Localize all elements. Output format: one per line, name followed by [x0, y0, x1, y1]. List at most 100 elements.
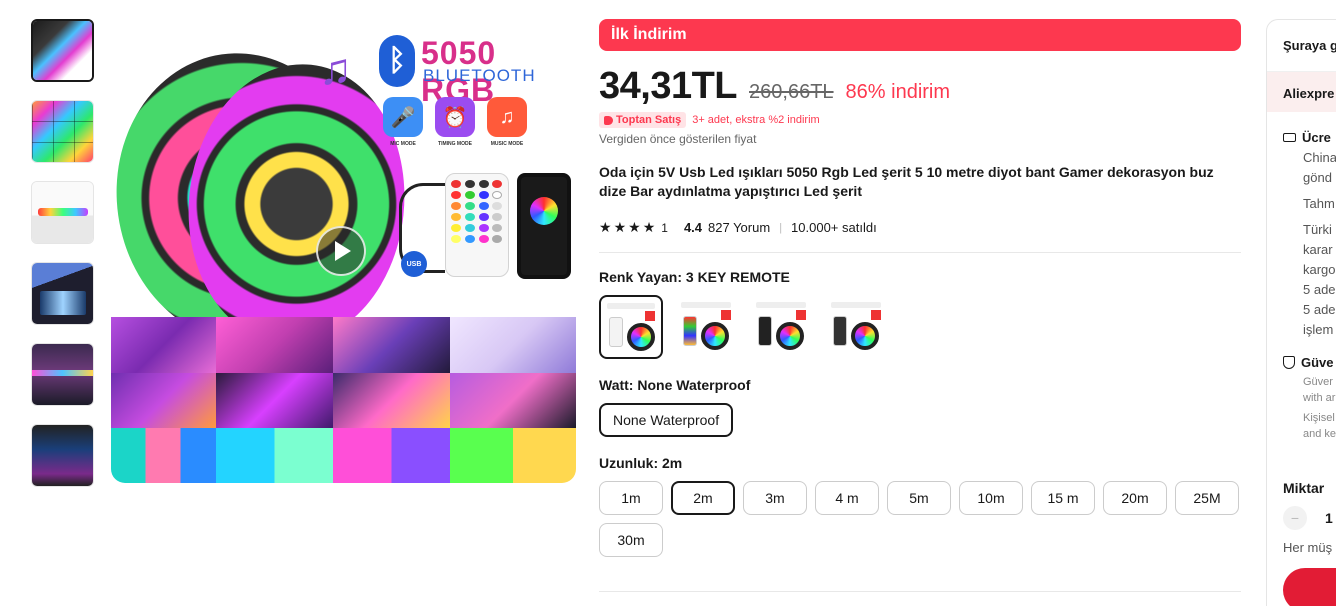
quantity-decrease-button[interactable]: − — [1283, 506, 1307, 530]
shipping-line: 5 ade — [1303, 282, 1336, 297]
store-row[interactable]: Aliexpre — [1267, 72, 1336, 112]
product-title: Oda için 5V Usb Led ışıkları 5050 Rgb Le… — [599, 164, 1214, 199]
bluetooth-icon: ᛒ — [379, 35, 415, 87]
length-4m[interactable]: 4 m — [815, 481, 879, 515]
length-1m[interactable]: 1m — [599, 481, 663, 515]
thumbnail-3[interactable] — [31, 181, 94, 244]
color-option: Renk Yayan: 3 KEY REMOTE — [599, 269, 888, 359]
price-row: 34,31TL 260,66TL 86% indirim — [599, 65, 1241, 108]
security-line: Kişisel — [1303, 412, 1335, 424]
star-icon: ★ — [628, 219, 641, 235]
security-line: with ar — [1303, 392, 1336, 404]
divider — [599, 252, 1241, 253]
review-count[interactable]: 827 Yorum — [708, 220, 770, 235]
length-30m[interactable]: 30m — [599, 523, 663, 557]
swatch-3-key-remote[interactable] — [599, 295, 663, 359]
quantity-label: Miktar — [1283, 480, 1325, 496]
separator: | — [779, 221, 783, 234]
shipping-line: gönd — [1303, 170, 1332, 185]
thumbnail-2[interactable] — [31, 100, 94, 163]
rating-row[interactable]: ★ ★ ★ ★ 1 4.4 827 Yorum | 10.000+ satıld… — [599, 219, 1241, 236]
current-price: 34,31TL — [599, 65, 738, 107]
security-line: and ke — [1303, 428, 1336, 440]
star-icon: ★ — [642, 219, 656, 235]
security-section: Güve Güver with ar Kişisel and ke — [1267, 337, 1336, 442]
sold-count: 10.000+ satıldı — [791, 220, 877, 235]
shield-icon — [1283, 356, 1295, 369]
color-swatches — [599, 295, 888, 359]
security-line: Güver — [1303, 376, 1333, 388]
shipping-section: Ücre China gönd Tahm Türki karar kargo 5… — [1267, 112, 1336, 337]
shipping-line: kargo — [1303, 262, 1336, 277]
thumbnail-5[interactable] — [31, 343, 94, 406]
music-note-icon: ♫ — [319, 45, 352, 94]
usage-photo-grid — [111, 317, 576, 483]
length-3m[interactable]: 3m — [743, 481, 807, 515]
mode-icons: 🎤 MIC MODE ⏰ TIMING MODE ♫ MUSIC MODE — [381, 97, 529, 147]
swatch-wifi-remote[interactable] — [824, 295, 888, 359]
mode-item: ⏰ TIMING MODE — [433, 97, 477, 147]
thumbnail-1[interactable] — [31, 19, 94, 82]
shipping-title: Ücre — [1302, 130, 1331, 145]
mode-label: MUSIC MODE — [490, 141, 524, 147]
watt-none-waterproof[interactable]: None Waterproof — [599, 403, 734, 437]
quantity-value[interactable]: 1 — [1325, 510, 1333, 526]
mode-label: TIMING MODE — [438, 141, 472, 147]
security-title: Güve — [1301, 355, 1334, 370]
tax-note: Vergiden önce gösterilen fiyat — [599, 132, 757, 146]
music-note-icon: ♫ — [487, 97, 527, 137]
star-icon: ★ — [613, 219, 627, 235]
wholesale-text: 3+ adet, ekstra %2 indirim — [692, 114, 820, 126]
main-product-image[interactable]: ♫ ᛒ 5050 RGB BLUETOOTH 🎤 MIC MODE ⏰ TIMI… — [111, 19, 576, 483]
shipping-line: karar — [1303, 242, 1333, 257]
tag-icon — [604, 115, 613, 125]
star-count-label: 1 — [661, 220, 668, 235]
color-option-label: Renk Yayan: 3 KEY REMOTE — [599, 269, 790, 285]
shipping-line: 5 ade — [1303, 302, 1336, 317]
length-option-label: Uzunluk: 2m — [599, 455, 683, 471]
length-15m[interactable]: 15 m — [1031, 481, 1095, 515]
wholesale-promo: Toptan Satış 3+ adet, ekstra %2 indirim — [599, 112, 1241, 128]
product-info: İlk İndirim 34,31TL 260,66TL 86% indirim… — [599, 19, 1241, 592]
length-option: Uzunluk: 2m 1m 2m 3m 4 m 5m 10m 15 m 20m… — [599, 455, 1241, 557]
length-5m[interactable]: 5m — [887, 481, 951, 515]
ship-to-selector[interactable]: Şuraya g — [1267, 20, 1336, 72]
play-video-button[interactable] — [316, 226, 366, 276]
divider — [599, 591, 1241, 592]
thumbnail-list — [31, 19, 94, 505]
length-2m[interactable]: 2m — [671, 481, 735, 515]
length-25m[interactable]: 25M — [1175, 481, 1239, 515]
mode-item: ♫ MUSIC MODE — [485, 97, 529, 147]
microphone-icon: 🎤 — [383, 97, 423, 137]
quantity-note: Her müş — [1283, 540, 1333, 555]
thumbnail-4[interactable] — [31, 262, 94, 325]
deal-banner: İlk İndirim — [599, 19, 1241, 51]
wholesale-tag-label: Toptan Satış — [616, 114, 682, 126]
mode-item: 🎤 MIC MODE — [381, 97, 425, 147]
watt-option-label: Watt: None Waterproof — [599, 377, 751, 393]
swatch-ir-remote[interactable] — [674, 295, 738, 359]
star-icon: ★ — [599, 219, 612, 235]
remote-control-image — [445, 173, 509, 277]
purchase-side-panel: Şuraya g Aliexpre Ücre China gönd Tahm T… — [1266, 19, 1336, 606]
length-20m[interactable]: 20m — [1103, 481, 1167, 515]
shipping-line: Tahm — [1303, 196, 1335, 211]
length-values: 1m 2m 3m 4 m 5m 10m 15 m 20m 25M 30m — [599, 481, 1241, 557]
watt-values: None Waterproof — [599, 403, 750, 437]
thumbnail-6[interactable] — [31, 424, 94, 487]
swatch-bluetooth-remote[interactable] — [749, 295, 813, 359]
truck-icon — [1283, 133, 1296, 142]
alarm-clock-icon: ⏰ — [435, 97, 475, 137]
mode-label: MIC MODE — [390, 141, 416, 147]
shipping-line: işlem — [1303, 322, 1334, 337]
image-subline: BLUETOOTH — [423, 66, 536, 85]
shipping-line: China — [1303, 150, 1336, 165]
rating-value: 4.4 — [683, 220, 703, 235]
phone-app-image — [517, 173, 571, 279]
length-10m[interactable]: 10m — [959, 481, 1023, 515]
original-price: 260,66TL — [749, 81, 834, 103]
watt-option: Watt: None Waterproof None Waterproof — [599, 377, 750, 437]
discount-label: 86% indirim — [845, 81, 951, 103]
buy-now-button[interactable] — [1283, 568, 1336, 606]
shipping-line: Türki — [1303, 222, 1332, 237]
